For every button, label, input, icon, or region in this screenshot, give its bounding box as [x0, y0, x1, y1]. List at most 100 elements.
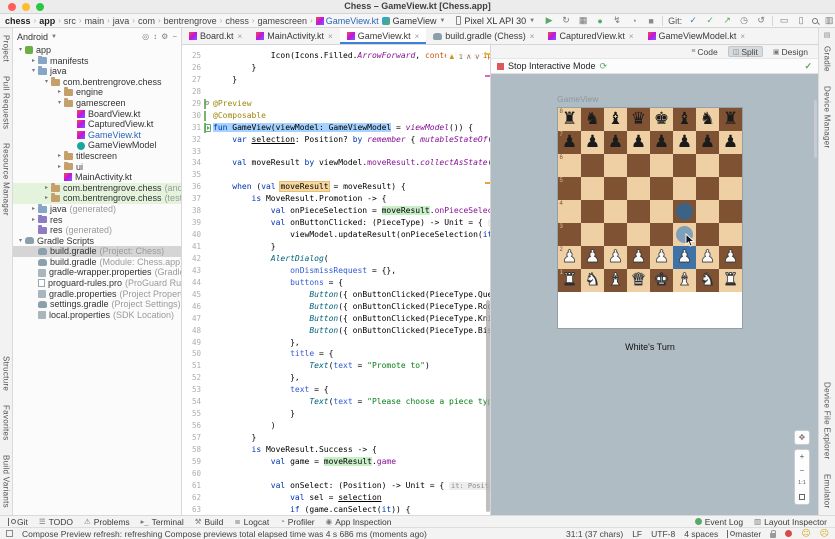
hide-panel-icon[interactable]: −	[172, 32, 177, 41]
tree-item[interactable]: CapturedView.kt	[13, 119, 181, 130]
board-square[interactable]	[673, 154, 696, 177]
board-square[interactable]: ♞	[581, 269, 604, 292]
board-square[interactable]	[604, 200, 627, 223]
tool-window-button-git[interactable]: Git	[8, 517, 28, 527]
zoom-in-button[interactable]: +	[795, 450, 809, 464]
tree-item[interactable]: ▾java	[13, 66, 181, 77]
board-square[interactable]: ♜	[719, 269, 742, 292]
rollback-button[interactable]: ↺	[755, 15, 767, 26]
code-line[interactable]: 58 is MoveResult.Success -> {	[182, 444, 490, 456]
board-square[interactable]	[696, 200, 719, 223]
expand-all-icon[interactable]: ↕	[153, 32, 157, 41]
tree-item[interactable]: gradle.properties(Project Properties)	[13, 289, 181, 300]
git-push-button[interactable]: ↗	[721, 15, 733, 26]
happy-face-icon[interactable]: ☺	[801, 529, 810, 539]
editor-tab[interactable]: Board.kt×	[182, 28, 249, 44]
board-square[interactable]: ♟	[696, 131, 719, 154]
code-line[interactable]: 56 )	[182, 420, 490, 432]
tool-window-button-todo[interactable]: ☰TODO	[39, 517, 73, 527]
tree-item[interactable]: ▾gamescreen	[13, 98, 181, 109]
avd-manager-button[interactable]: ▯	[795, 15, 807, 26]
board-square[interactable]	[719, 223, 742, 246]
code-editor[interactable]: 25 Icon(Icons.Filled.ArrowForward, conte…	[182, 45, 490, 515]
board-square[interactable]: ♝	[604, 108, 627, 131]
board-square[interactable]: ♟	[719, 246, 742, 269]
board-square[interactable]: ♟	[604, 131, 627, 154]
close-tab-icon[interactable]: ×	[238, 32, 243, 41]
editor-tab[interactable]: MainActivity.kt×	[249, 28, 340, 44]
zoom-actual-size-button[interactable]: 1:1	[795, 477, 809, 491]
recent-changes-button[interactable]: ◷	[738, 15, 750, 26]
board-square[interactable]	[581, 200, 604, 223]
code-line[interactable]: 46 Button({ onButtonClicked(PieceType.Ro…	[182, 301, 490, 313]
board-square[interactable]: ♛	[627, 108, 650, 131]
tool-window-button-app-inspection[interactable]: ◉App Inspection	[326, 517, 392, 527]
tool-strip-pull-requests[interactable]: Pull Requests	[2, 76, 11, 129]
tool-strip-build-variants[interactable]: Build Variants	[2, 455, 11, 508]
code-line[interactable]: 34 val moveResult by viewModel.moveResul…	[182, 157, 490, 169]
board-square[interactable]: 2♟	[558, 246, 581, 269]
code-line[interactable]: 28	[182, 86, 490, 98]
run-button[interactable]: ▶	[543, 15, 555, 26]
code-line[interactable]: 53 text = {	[182, 384, 490, 396]
board-square[interactable]: ♟	[650, 131, 673, 154]
board-square[interactable]: 7♟	[558, 131, 581, 154]
board-square[interactable]	[673, 177, 696, 200]
breadcrumb-item[interactable]: main	[85, 16, 105, 26]
apply-changes-button[interactable]: ↻	[560, 15, 572, 26]
inspection-widget[interactable]: ▲ 1 ∧ ∨	[446, 52, 482, 61]
code-line[interactable]: 31fun GameView(viewModel: GameViewModel …	[182, 122, 490, 134]
code-line[interactable]: 47 Button({ onButtonClicked(PieceType.Kn…	[182, 313, 490, 325]
board-square[interactable]	[581, 154, 604, 177]
tree-item[interactable]: ▸engine	[13, 87, 181, 98]
code-line[interactable]: 51 Text(text = "Promote to")	[182, 360, 490, 372]
board-square[interactable]	[581, 223, 604, 246]
board-square[interactable]: 3	[558, 223, 581, 246]
board-square[interactable]: ♞	[696, 108, 719, 131]
tool-window-button-terminal[interactable]: ▸_Terminal	[141, 517, 184, 527]
code-line[interactable]: 40 viewModel.updateResult(onPieceSelecti…	[182, 229, 490, 241]
tree-item[interactable]: ▾com.bentrengrove.chess	[13, 77, 181, 88]
editor-tab[interactable]: CapturedView.kt×	[541, 28, 640, 44]
close-tab-icon[interactable]: ×	[328, 32, 333, 41]
tree-item[interactable]: gradle-wrapper.properties(Gradle Version…	[13, 267, 181, 278]
board-square[interactable]	[719, 200, 742, 223]
board-square[interactable]: ♟	[581, 246, 604, 269]
board-square[interactable]	[696, 154, 719, 177]
tree-item[interactable]: ▸java(generated)	[13, 204, 181, 215]
apply-code-changes-button[interactable]: ↯	[611, 15, 623, 26]
board-square[interactable]	[650, 177, 673, 200]
stop-interactive-mode-button[interactable]: Stop Interactive Mode	[508, 61, 596, 71]
code-line[interactable]: 52 },	[182, 372, 490, 384]
tool-window-switcher-icon[interactable]	[6, 530, 13, 537]
editor-tab[interactable]: build.gradle (Chess)×	[426, 28, 541, 44]
board-square[interactable]	[719, 177, 742, 200]
code-line[interactable]: 42 AlertDialog(	[182, 253, 490, 265]
code-line[interactable]: 43 onDismissRequest = {},	[182, 265, 490, 277]
breadcrumb-item[interactable]: com	[138, 16, 155, 26]
board-square[interactable]: ♝	[673, 269, 696, 292]
code-line[interactable]: 33	[182, 146, 490, 158]
breadcrumb-item[interactable]: app	[39, 16, 55, 26]
board-square[interactable]: 8♜	[558, 108, 581, 131]
caret-position[interactable]: 31:1 (37 chars)	[566, 529, 623, 539]
board-square[interactable]	[650, 223, 673, 246]
tree-item[interactable]: GameViewModel	[13, 140, 181, 151]
line-separator[interactable]: LF	[632, 529, 642, 539]
chess-board[interactable]: 8♜♞♝♛♚♝♞♜7♟♟♟♟♟♟♟♟65432♟♟♟♟♟♟♟♟1♜♞♝♛♚♝♞♜	[558, 108, 742, 292]
board-square[interactable]: ♟	[696, 246, 719, 269]
editor-tab[interactable]: GameViewModel.kt×	[641, 28, 753, 44]
board-square[interactable]	[627, 223, 650, 246]
tool-window-button-build[interactable]: ⚒Build	[195, 517, 224, 527]
preview-scrollbar[interactable]	[814, 100, 817, 158]
locate-file-icon[interactable]: ◎	[142, 32, 149, 41]
board-square[interactable]	[696, 177, 719, 200]
refresh-icon[interactable]: ⟳	[600, 61, 608, 72]
preview-canvas[interactable]: GameView 8♜♞♝♛♚♝♞♜7♟♟♟♟♟♟♟♟65432♟♟♟♟♟♟♟♟…	[491, 74, 818, 515]
breadcrumb-item[interactable]: java	[113, 16, 130, 26]
tree-item[interactable]: ▸com.bentrengrove.chess(androidTest)	[13, 183, 181, 194]
board-square[interactable]: ♟	[650, 246, 673, 269]
breadcrumb-item[interactable]: bentrengrove	[164, 16, 217, 26]
preview-settings-gear-icon[interactable]: ⚙	[205, 98, 209, 110]
breadcrumb-item[interactable]: src	[64, 16, 76, 26]
